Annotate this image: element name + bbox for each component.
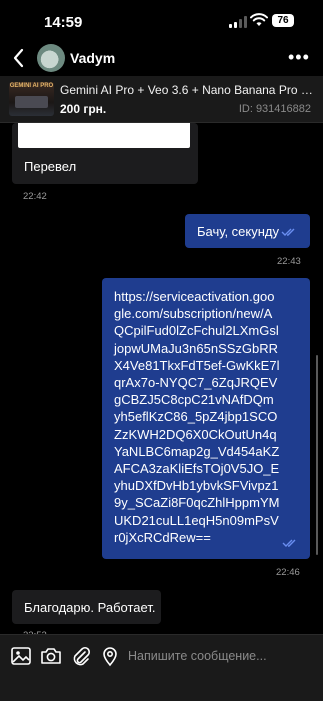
double-check-icon [281,228,295,236]
listing-title: Gemini AI Pro + Veo 3.6 + Nano Banana Pr… [60,83,314,97]
outgoing-message[interactable]: Бачу, секунду [185,214,310,248]
message-text: Перевел [24,159,77,174]
message-input-bar [0,634,323,701]
battery-indicator: 76 [272,14,294,27]
listing-card[interactable]: GEMINI AI PRO Gemini AI Pro + Veo 3.6 + … [0,76,323,123]
wifi-icon [250,13,268,26]
incoming-message[interactable]: Перевел [12,123,198,184]
outgoing-message[interactable]: https://serviceactivation.google.com/sub… [102,278,310,559]
back-button[interactable] [10,46,28,70]
more-options-button[interactable]: ••• [288,48,310,66]
location-pin-icon[interactable] [99,645,121,667]
message-link[interactable]: https://serviceactivation.google.com/sub… [114,288,280,546]
status-bar: 14:59 76 [0,0,323,44]
contact-name[interactable]: Vadym [70,50,115,66]
cellular-signal-icon [229,16,247,28]
message-input[interactable] [128,645,308,667]
message-image[interactable] [18,123,190,148]
chat-scrollbar[interactable] [316,355,318,555]
image-icon[interactable] [10,645,32,667]
message-text: Бачу, секунду [197,224,279,239]
message-time: 22:42 [23,191,47,202]
listing-thumbnail: GEMINI AI PRO [9,82,54,116]
incoming-message[interactable]: Благодарю. Работает. [12,590,161,624]
message-text: Благодарю. Работает. [24,600,156,615]
avatar[interactable] [37,44,65,72]
thumbnail-label: GEMINI AI PRO [9,83,54,89]
double-check-icon [282,539,296,547]
chat-header: Vadym ••• [0,44,323,74]
message-time: 22:43 [277,256,301,267]
camera-icon[interactable] [40,645,62,667]
paperclip-icon[interactable] [70,645,92,667]
listing-id: ID: 931416882 [238,103,311,115]
status-time: 14:59 [44,14,83,31]
listing-price: 200 грн. [60,102,107,116]
message-time: 22:46 [276,567,300,578]
